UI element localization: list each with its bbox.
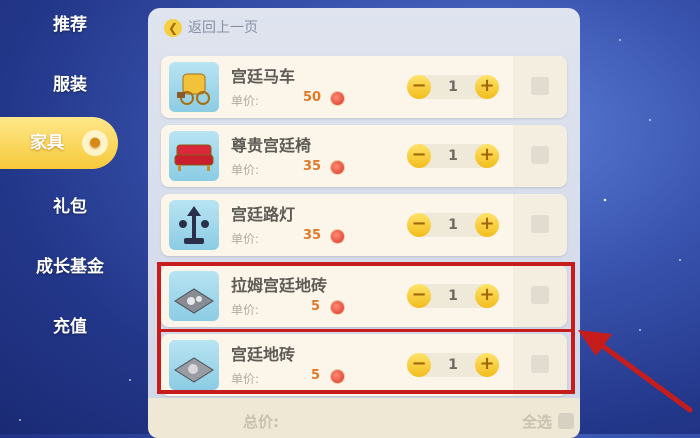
pointer-arrow-icon: [578, 330, 693, 413]
